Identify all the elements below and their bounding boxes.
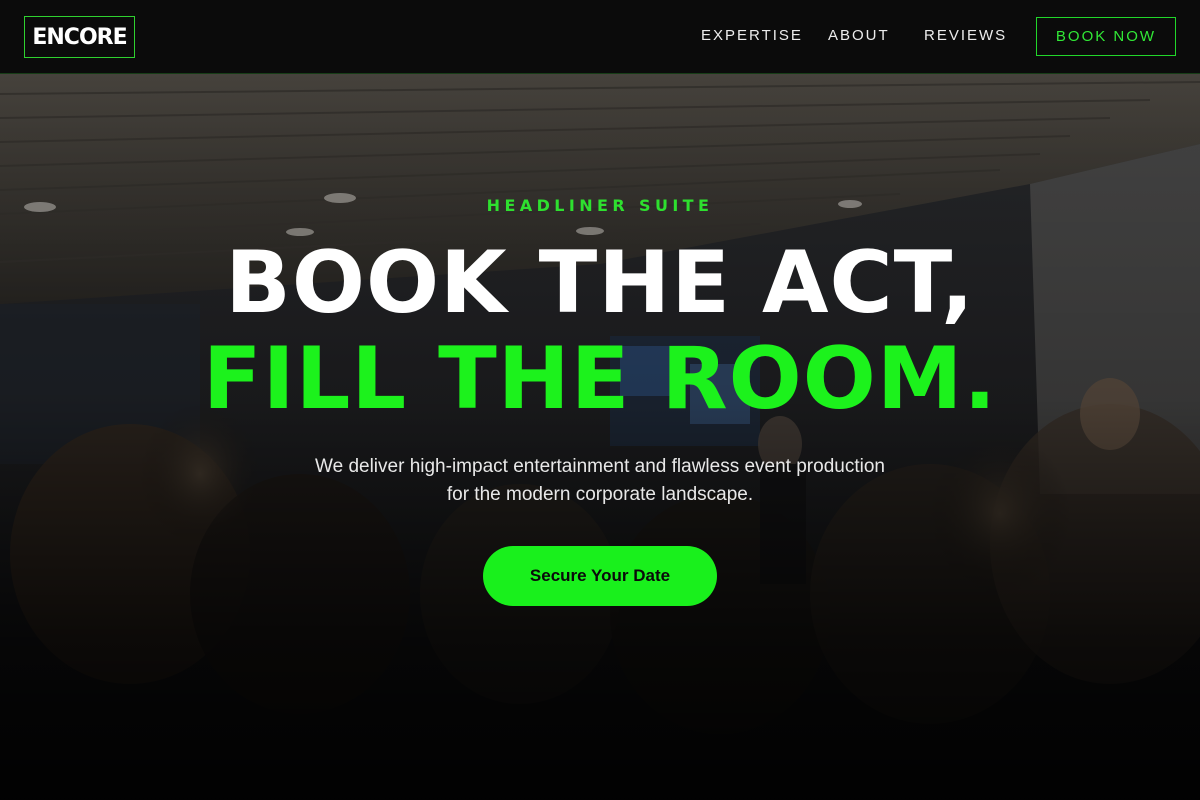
book-now-button[interactable]: BOOK NOW	[1036, 17, 1176, 56]
nav-link-expertise[interactable]: EXPERTISE	[701, 27, 803, 44]
hero-description: We deliver high-impact entertainment and…	[0, 453, 1200, 509]
brand-logo[interactable]: ENCORE	[24, 16, 135, 58]
nav-link-about[interactable]: ABOUT	[828, 27, 890, 44]
hero-eyebrow: HEADLINER SUITE	[486, 196, 714, 215]
site-header: ENCORE EXPERTISE ABOUT REVIEWS BOOK NOW	[0, 0, 1200, 74]
headline-line-2: FILL THE ROOM.	[202, 329, 998, 429]
hero-description-line-1: We deliver high-impact entertainment and…	[315, 456, 885, 477]
nav-link-reviews[interactable]: REVIEWS	[924, 27, 1007, 44]
headline-line-1: BOOK THE ACT,	[225, 233, 975, 333]
hero-description-line-2: for the modern corporate landscape.	[446, 484, 754, 505]
hero-overlay	[0, 74, 1200, 800]
secure-your-date-button[interactable]: Secure Your Date	[483, 546, 717, 606]
hero-section	[0, 74, 1200, 800]
